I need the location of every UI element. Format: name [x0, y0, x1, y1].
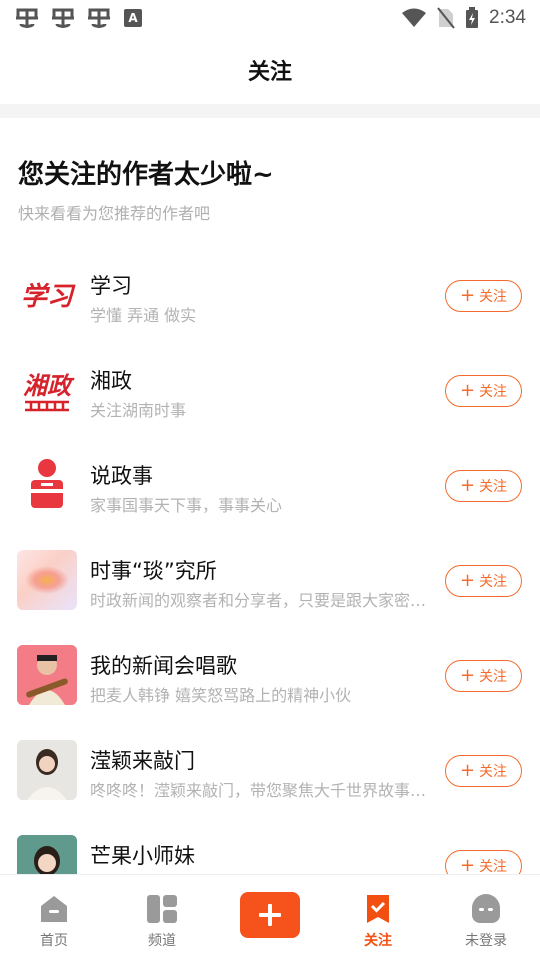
author-desc: 把麦人韩铮 嬉笑怒骂路上的精神小伙 [90, 686, 352, 705]
author-name[interactable]: 滢颖来敲门 [90, 745, 195, 775]
wifi-icon [402, 8, 427, 27]
author-name[interactable]: 学习 [90, 270, 132, 300]
svg-text:湘政: 湘政 [23, 371, 75, 400]
follow-button[interactable]: + 关注 [445, 755, 522, 787]
follow-button[interactable]: + 关注 [445, 280, 522, 312]
follow-label: 关注 [479, 669, 508, 685]
follow-label: 关注 [479, 479, 508, 495]
nav-item-profile[interactable]: 未登录 [441, 875, 531, 960]
author-avatar[interactable] [17, 455, 77, 515]
bug-icon [88, 8, 110, 28]
follow-button[interactable]: + 关注 [445, 375, 522, 407]
author-row[interactable]: 时事“琰”究所 时政新闻的观察者和分享者，只要是跟大家密切相关的 + 关注 [0, 535, 540, 630]
woman-portrait-photo [17, 740, 77, 800]
author-row[interactable]: 说政事 家事国事天下事，事事关心 + 关注 [0, 440, 540, 535]
nav-label: 未登录 [465, 933, 507, 949]
author-desc: 咚咚咚！滢颖来敲门，带您聚焦大千世界故事，关注热点 [90, 781, 442, 800]
status-left: A [14, 6, 142, 30]
svg-text:学习: 学习 [21, 282, 76, 312]
author-desc: 关注湖南时事 [90, 401, 187, 420]
bug-icon [52, 8, 74, 28]
recommend-headline: 您关注的作者太少啦~ [18, 160, 274, 190]
plus-icon: + [459, 285, 476, 306]
author-avatar[interactable] [17, 550, 77, 610]
man-with-guitar-photo [17, 645, 77, 705]
follow-button[interactable]: + 关注 [445, 565, 522, 597]
author-name[interactable]: 时事“琰”究所 [90, 555, 217, 585]
author-desc: 时政新闻的观察者和分享者，只要是跟大家密切相关的 [90, 591, 442, 610]
nav-label: 关注 [364, 933, 392, 949]
publish-button[interactable] [240, 892, 300, 938]
author-avatar[interactable] [17, 645, 77, 705]
bug-icon [16, 8, 38, 28]
follow-label: 关注 [479, 859, 508, 875]
author-row[interactable]: 学习 学习 学懂 弄通 做实 + 关注 [0, 250, 540, 345]
no-sim-icon [437, 7, 455, 29]
nav-label: 首页 [40, 933, 68, 949]
title-bar: 关注 [0, 36, 540, 104]
author-row[interactable]: 我的新闻会唱歌 把麦人韩铮 嬉笑怒骂路上的精神小伙 + 关注 [0, 630, 540, 725]
bookmark-check-icon [362, 893, 394, 925]
bottom-nav: 首页 频道 关注 未登录 [0, 874, 540, 960]
plus-icon: + [459, 475, 476, 496]
follow-button[interactable]: + 关注 [445, 470, 522, 502]
author-avatar[interactable]: 湘政 [17, 360, 77, 420]
status-bar: A 2:34 [0, 0, 540, 36]
blurred-gradient-image [25, 566, 69, 594]
battery-charging-icon [466, 7, 479, 28]
nav-item-home[interactable]: 首页 [9, 875, 99, 960]
author-name[interactable]: 我的新闻会唱歌 [90, 650, 237, 680]
plus-icon [259, 904, 281, 926]
xiangzheng-logo: 湘政 [23, 371, 75, 412]
author-avatar[interactable] [17, 740, 77, 800]
follow-label: 关注 [479, 574, 508, 590]
recommend-subline: 快来看看为您推荐的作者吧 [18, 204, 211, 223]
follow-label: 关注 [479, 384, 508, 400]
channel-grid-icon [146, 893, 178, 925]
plus-icon: + [459, 855, 476, 876]
author-name[interactable]: 说政事 [90, 460, 153, 490]
a-icon: A [124, 9, 142, 27]
plus-icon: + [459, 570, 476, 591]
plus-icon: + [459, 760, 476, 781]
user-avatar-icon [470, 893, 502, 925]
home-icon [38, 893, 70, 925]
author-row[interactable]: 湘政 湘政 关注湖南时事 + 关注 [0, 345, 540, 440]
follow-label: 关注 [479, 289, 508, 305]
author-desc: 家事国事天下事，事事关心 [90, 496, 283, 515]
status-right: 2:34 [401, 7, 526, 29]
author-name[interactable]: 芒果小师妹 [90, 840, 195, 870]
plus-icon: + [459, 665, 476, 686]
author-avatar[interactable]: 学习 [17, 265, 77, 325]
xuexi-logo: 学习 [21, 282, 76, 312]
status-time: 2:34 [489, 7, 526, 28]
author-name[interactable]: 湘政 [90, 365, 132, 395]
author-desc: 学懂 弄通 做实 [90, 306, 197, 325]
nav-label: 频道 [148, 933, 176, 949]
author-list: 学习 学习 学懂 弄通 做实 + 关注 湘政 湘政 关注湖南时事 + 关注 说政… [0, 250, 540, 915]
page-title: 关注 [247, 60, 292, 85]
follow-label: 关注 [479, 764, 508, 780]
speaker-podium-icon [27, 459, 67, 508]
nav-item-channel[interactable]: 频道 [117, 875, 207, 960]
plus-icon: + [459, 380, 476, 401]
nav-item-follow[interactable]: 关注 [333, 875, 423, 960]
section-divider [0, 104, 540, 118]
follow-button[interactable]: + 关注 [445, 660, 522, 692]
author-row[interactable]: 滢颖来敲门 咚咚咚！滢颖来敲门，带您聚焦大千世界故事，关注热点 + 关注 [0, 725, 540, 820]
